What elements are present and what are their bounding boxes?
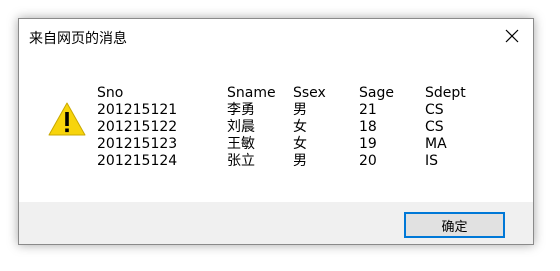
- header-sage: Sage: [359, 85, 394, 101]
- row-sno: 201215121: [97, 102, 178, 118]
- header-ssex: Ssex: [293, 85, 326, 101]
- row-sno: 201215124: [97, 153, 178, 169]
- row-sage: 20: [359, 153, 377, 169]
- row-sage: 18: [359, 119, 377, 135]
- row-sdept: CS: [425, 119, 444, 135]
- header-sdept: Sdept: [425, 85, 466, 101]
- row-sdept: MA: [425, 136, 447, 152]
- row-sname: 张立: [227, 153, 255, 169]
- dialog-footer: 确定: [19, 202, 533, 244]
- message-dialog: 来自网页的消息 Sno Sname Ssex Sage Sdept 201215…: [18, 18, 534, 245]
- close-button[interactable]: [491, 19, 533, 53]
- row-ssex: 男: [293, 153, 307, 169]
- dialog-content: Sno Sname Ssex Sage Sdept 201215121 李勇 男…: [19, 55, 533, 204]
- dialog-titlebar: 来自网页的消息: [19, 19, 533, 55]
- header-sname: Sname: [227, 85, 276, 101]
- row-ssex: 男: [293, 102, 307, 118]
- row-sno: 201215123: [97, 136, 178, 152]
- row-sdept: CS: [425, 102, 444, 118]
- row-sname: 刘晨: [227, 119, 255, 135]
- row-sname: 王敏: [227, 136, 255, 152]
- warning-icon: [48, 102, 86, 136]
- ok-button[interactable]: 确定: [404, 212, 505, 238]
- close-icon: [505, 29, 519, 43]
- row-sno: 201215122: [97, 119, 178, 135]
- row-sdept: IS: [425, 153, 439, 169]
- row-sage: 21: [359, 102, 377, 118]
- row-sage: 19: [359, 136, 377, 152]
- dialog-title: 来自网页的消息: [29, 31, 127, 47]
- row-sname: 李勇: [227, 102, 255, 118]
- row-ssex: 女: [293, 136, 307, 152]
- header-sno: Sno: [97, 85, 124, 101]
- row-ssex: 女: [293, 119, 307, 135]
